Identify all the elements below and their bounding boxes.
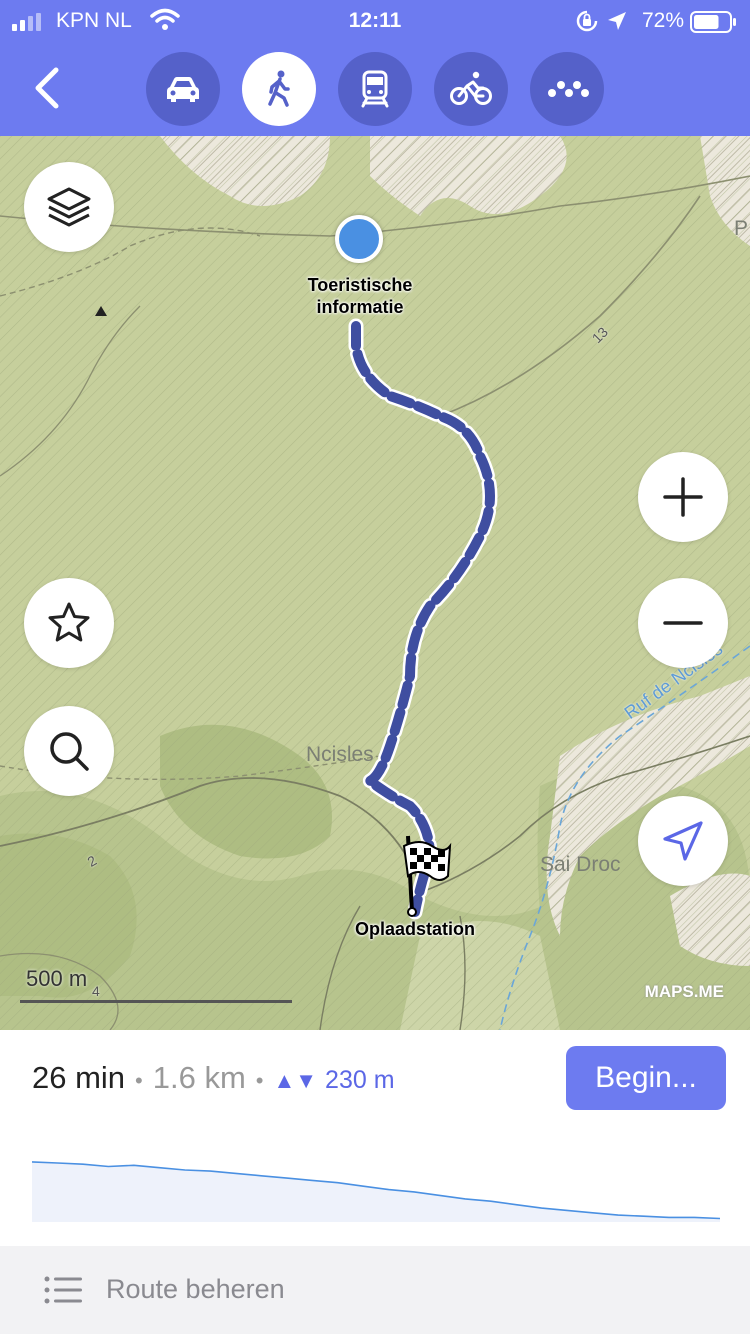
scale-bar <box>20 1000 292 1003</box>
end-label: Oplaadstation <box>354 919 475 939</box>
elevation-profile-chart <box>32 1161 720 1222</box>
mode-more-button[interactable] <box>530 52 604 126</box>
scale-label: 500 m <box>26 966 88 991</box>
orientation-lock-icon <box>576 10 598 32</box>
train-icon <box>361 70 389 108</box>
route-duration: 26 min <box>32 1060 126 1095</box>
edge-label-p: P <box>734 217 749 240</box>
map-view[interactable]: Toeristische informatie Oplaadstation Nc… <box>0 136 750 1030</box>
plus-icon <box>663 477 703 517</box>
start-label: Toeristische informatie <box>290 274 430 318</box>
separator-dot: • <box>255 1068 264 1093</box>
place-label-sai-droc: Sai Droc <box>540 853 621 876</box>
more-icon <box>548 81 589 97</box>
start-label-line1: Toeristische <box>307 275 413 295</box>
start-button[interactable]: Begin... <box>566 1046 726 1110</box>
pedestrian-icon <box>268 70 290 107</box>
car-icon <box>167 77 199 102</box>
minus-icon <box>663 621 703 625</box>
layers-button[interactable] <box>24 162 114 252</box>
route-summary-panel: 26 min • 1.6 km • ▲▼ 230 m Begin... <box>0 1030 750 1246</box>
place-label-ncisles: Ncisles <box>306 743 374 766</box>
current-location-marker <box>335 215 383 263</box>
search-button[interactable] <box>24 706 114 796</box>
separator-dot: • <box>135 1068 143 1093</box>
mode-transit-button[interactable] <box>338 52 412 126</box>
zoom-out-button[interactable] <box>638 578 728 668</box>
battery-icon <box>690 11 736 33</box>
road-label-4: 4 <box>92 983 100 999</box>
list-icon <box>44 1276 82 1304</box>
zoom-in-button[interactable] <box>638 452 728 542</box>
status-bar: KPN NL 12:11 72% <box>0 0 750 44</box>
status-time: 12:11 <box>348 9 402 32</box>
battery-percentage: 72% <box>641 9 684 32</box>
top-bar: KPN NL 12:11 72% <box>0 0 750 136</box>
star-icon <box>48 602 90 642</box>
route-elevation: 230 m <box>325 1066 395 1094</box>
search-icon <box>50 732 89 771</box>
start-label-line2: informatie <box>316 297 404 317</box>
mode-bike-button[interactable] <box>434 52 508 126</box>
route-summary: 26 min • 1.6 km • ▲▼ 230 m <box>32 1060 395 1096</box>
navigation-arrow-icon <box>663 821 703 861</box>
manage-route-bar[interactable]: Route beheren <box>0 1246 750 1334</box>
mode-walk-button[interactable] <box>242 52 316 126</box>
manage-route-label: Route beheren <box>106 1274 285 1304</box>
bicycle-icon <box>450 71 492 105</box>
my-location-button[interactable] <box>638 796 728 886</box>
mode-car-button[interactable] <box>146 52 220 126</box>
maps-me-watermark: MAPS.ME <box>644 982 724 1001</box>
location-arrow-icon <box>608 12 626 30</box>
bookmarks-button[interactable] <box>24 578 114 668</box>
elevation-area <box>32 1161 720 1222</box>
route-distance: 1.6 km <box>152 1060 246 1095</box>
back-button[interactable] <box>22 60 78 116</box>
elevation-icon: ▲▼ <box>273 1068 318 1093</box>
layers-icon <box>47 187 91 227</box>
map-canvas <box>0 136 750 1030</box>
